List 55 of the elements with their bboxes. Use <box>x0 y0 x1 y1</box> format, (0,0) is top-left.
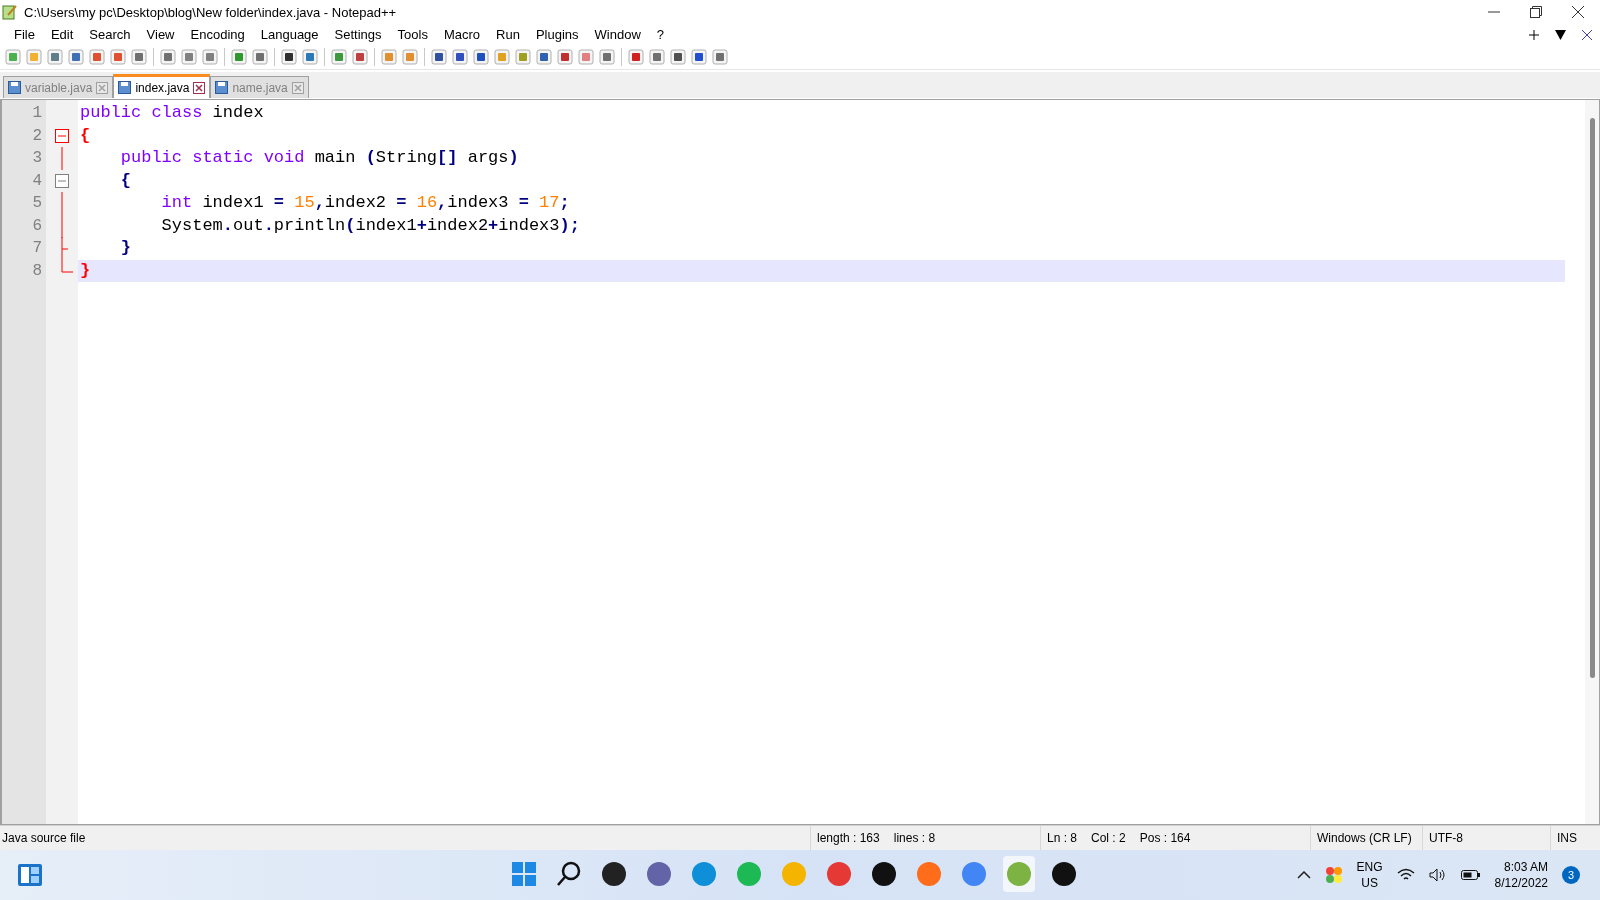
menu-item[interactable]: Window <box>586 27 649 42</box>
fold-toggle-icon[interactable] <box>55 128 69 143</box>
clock-time[interactable]: 8:03 AM <box>1503 859 1548 875</box>
menu-item[interactable]: View <box>138 27 183 42</box>
window-title: C:\Users\my pc\Desktop\blog\New folder\index.java - Notepad++ <box>24 4 398 20</box>
menu-item[interactable]: Settings <box>326 27 390 42</box>
line-number: 8 <box>31 260 43 282</box>
line-number: 2 <box>31 125 43 147</box>
menu-item[interactable]: ? <box>648 27 673 42</box>
position-label: Pos : 164 <box>1139 831 1191 845</box>
file-tab[interactable]: index.java <box>113 74 211 98</box>
line-label: Ln : 8 <box>1047 831 1078 845</box>
line-number: 4 <box>31 170 43 192</box>
menu-item[interactable]: Search <box>81 27 139 42</box>
close-tab-icon[interactable] <box>193 81 206 94</box>
colored-dots-icon[interactable] <box>1324 866 1343 884</box>
battery-icon[interactable] <box>1460 869 1481 881</box>
insert-mode-label: INS <box>1557 831 1577 845</box>
file-type: Java source file <box>2 831 86 845</box>
menu-item[interactable]: Plugins <box>527 27 587 42</box>
fold-line <box>61 147 63 170</box>
scrollbar-thumb[interactable] <box>1589 118 1595 678</box>
line-number: 6 <box>31 215 43 237</box>
menu-item[interactable]: Run <box>488 27 528 42</box>
line-number: 7 <box>31 238 43 259</box>
dropdown-icon[interactable] <box>1555 29 1566 40</box>
menu-item[interactable]: Tools <box>389 27 436 42</box>
chevron-up-icon[interactable] <box>1296 871 1311 879</box>
wifi-icon[interactable] <box>1396 868 1415 882</box>
encoding-label: UTF-8 <box>1429 831 1463 845</box>
menu-item[interactable]: Language <box>252 27 327 42</box>
language-label[interactable]: ENG <box>1356 859 1383 875</box>
close-icon[interactable] <box>1582 29 1592 40</box>
close-icon[interactable] <box>1572 6 1584 18</box>
clock-date[interactable]: 8/12/2022 <box>1494 875 1548 891</box>
notification-badge[interactable]: 3 <box>1562 866 1580 884</box>
region-label[interactable]: US <box>1361 875 1378 891</box>
menu-item[interactable]: Edit <box>42 27 82 42</box>
fold-toggle-icon[interactable] <box>55 173 69 188</box>
speaker-icon[interactable] <box>1428 868 1447 882</box>
start-icon[interactable] <box>511 861 537 887</box>
restore-icon[interactable] <box>1530 6 1542 18</box>
line-number: 3 <box>31 148 43 169</box>
eol-label: Windows (CR LF) <box>1317 831 1412 845</box>
search-icon[interactable] <box>556 861 582 887</box>
line-number: 1 <box>31 103 43 124</box>
widgets-icon[interactable] <box>17 863 43 887</box>
menu-item[interactable]: Macro <box>435 27 489 42</box>
plus-icon[interactable] <box>1529 29 1539 40</box>
lines-label: lines : 8 <box>893 831 936 845</box>
menu-item[interactable]: File <box>6 27 43 42</box>
line-number: 5 <box>31 193 43 214</box>
menu-item[interactable]: Encoding <box>182 27 253 42</box>
length-label: length : 163 <box>817 831 880 845</box>
column-label: Col : 2 <box>1091 831 1126 845</box>
